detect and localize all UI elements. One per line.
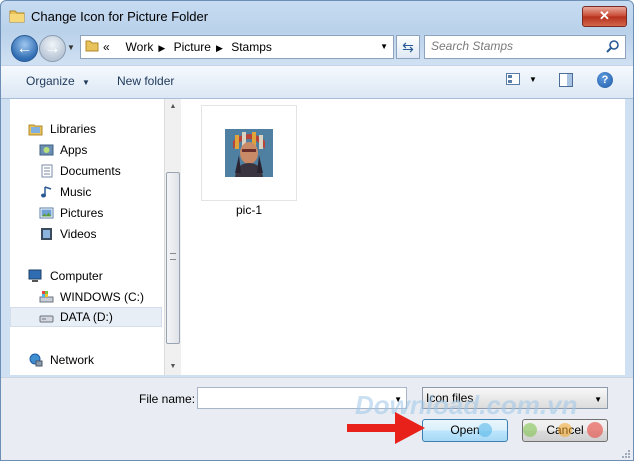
sidebar-item-label: Apps <box>60 143 88 157</box>
sidebar-item-label: Computer <box>50 269 103 283</box>
navigation-pane-scrollbar[interactable]: ▲ ▼ <box>164 99 181 375</box>
forward-arrow-icon: → <box>44 40 61 57</box>
sidebar-item-videos[interactable]: Videos <box>10 224 162 244</box>
file-name-label: pic-1 <box>235 203 262 217</box>
apps-icon <box>39 144 54 156</box>
sidebar-item-network[interactable]: Network <box>10 350 162 370</box>
breadcrumb-separator-icon[interactable]: ▶ <box>216 43 223 54</box>
sidebar-item-label: Pictures <box>60 206 104 220</box>
cancel-button[interactable]: Cancel <box>522 419 608 442</box>
sidebar-item-label: Libraries <box>50 122 97 136</box>
file-list: pic-1 <box>181 99 625 375</box>
breadcrumb-separator-icon <box>115 43 118 53</box>
sidebar-item-pictures[interactable]: Pictures <box>10 203 162 223</box>
refresh-icon: ⇆ <box>402 39 414 55</box>
search-input[interactable] <box>431 39 601 53</box>
recent-locations-dropdown-icon[interactable]: ▼ <box>67 43 75 52</box>
breadcrumb-stamps[interactable]: Stamps <box>231 40 272 54</box>
network-icon <box>29 353 43 367</box>
documents-icon <box>41 164 53 178</box>
breadcrumb-work[interactable]: Work <box>126 40 154 54</box>
pictures-icon <box>39 207 54 219</box>
breadcrumb-overflow[interactable]: « <box>103 40 110 54</box>
folder-icon <box>85 40 99 52</box>
sidebar-item-label: DATA (D:) <box>60 310 113 324</box>
sidebar-item-windows-c[interactable]: WINDOWS (C:) <box>10 287 162 307</box>
close-button[interactable]: ✕ <box>582 6 627 27</box>
search-box[interactable] <box>424 35 626 59</box>
file-name-label: File name: <box>139 392 196 406</box>
breadcrumb-picture[interactable]: Picture <box>174 40 211 54</box>
new-folder-button[interactable]: New folder <box>117 74 174 88</box>
breadcrumb: « Work ▶ Picture ▶ Stamps <box>103 40 272 54</box>
title-bar[interactable]: Change Icon for Picture Folder ✕ <box>1 1 633 31</box>
file-type-value: Icon files <box>426 391 474 405</box>
sidebar-item-documents[interactable]: Documents <box>10 161 162 181</box>
chevron-down-icon: ▼ <box>594 395 602 404</box>
breadcrumb-separator-icon[interactable]: ▶ <box>158 43 165 54</box>
scroll-up-icon[interactable]: ▲ <box>165 99 181 115</box>
sidebar-item-data-d[interactable]: DATA (D:) <box>10 307 162 327</box>
chevron-down-icon: ▼ <box>82 78 90 87</box>
libraries-icon <box>28 124 43 136</box>
music-icon <box>41 186 52 198</box>
sidebar-item-label: WINDOWS (C:) <box>60 290 144 304</box>
file-name-input[interactable] <box>201 391 387 405</box>
open-button[interactable]: Open <box>422 419 508 442</box>
help-button[interactable]: ? <box>597 72 613 88</box>
chevron-down-icon[interactable]: ▼ <box>394 395 402 404</box>
dialog-window: Change Icon for Picture Folder ✕ ← → ▼ «… <box>0 0 634 461</box>
navigation-bar: ← → ▼ « Work ▶ Picture ▶ Stamps ▼ ⇆ <box>1 33 633 63</box>
drive-d-icon <box>39 315 54 323</box>
folder-icon <box>9 10 25 23</box>
help-icon: ? <box>601 74 609 86</box>
sidebar-item-label: Music <box>60 185 92 199</box>
back-arrow-icon: ← <box>16 40 33 57</box>
file-name-combobox[interactable]: ▼ <box>197 387 407 409</box>
videos-icon <box>41 228 52 240</box>
forward-button[interactable]: → <box>39 35 66 62</box>
file-type-select[interactable]: Icon files ▼ <box>422 387 608 409</box>
window-title: Change Icon for Picture Folder <box>31 9 209 24</box>
address-bar[interactable]: « Work ▶ Picture ▶ Stamps ▼ <box>80 35 394 59</box>
sidebar-item-music[interactable]: Music <box>10 182 162 202</box>
organize-button[interactable]: Organize ▼ <box>26 74 90 88</box>
preview-pane-icon[interactable] <box>559 73 573 87</box>
sidebar-item-computer[interactable]: Computer <box>10 266 162 286</box>
refresh-button[interactable]: ⇆ <box>396 35 420 59</box>
scroll-down-icon[interactable]: ▼ <box>165 359 181 375</box>
sidebar-item-label: Network <box>50 353 95 367</box>
search-icon[interactable] <box>606 39 620 53</box>
organize-label: Organize <box>26 74 75 88</box>
drive-c-icon <box>39 291 54 303</box>
back-button[interactable]: ← <box>11 35 38 62</box>
sidebar-item-label: Videos <box>60 227 97 241</box>
file-thumbnail <box>201 105 297 201</box>
resize-grip-icon[interactable] <box>621 449 631 459</box>
file-item-pic-1[interactable]: pic-1 <box>201 105 297 217</box>
close-icon: ✕ <box>599 8 610 23</box>
portrait-image-icon <box>225 129 273 177</box>
computer-icon <box>28 269 42 282</box>
view-options-dropdown-icon[interactable]: ▼ <box>529 75 537 84</box>
grip-icon <box>170 253 176 260</box>
command-toolbar: Organize ▼ New folder ▼ ? <box>1 65 633 99</box>
address-dropdown-icon[interactable]: ▼ <box>380 42 388 51</box>
navigation-pane: Libraries Apps Documents Music Pictures … <box>10 99 179 375</box>
sidebar-item-apps[interactable]: Apps <box>10 140 162 160</box>
sidebar-item-libraries[interactable]: Libraries <box>10 119 162 139</box>
change-view-icon[interactable] <box>506 73 520 85</box>
dialog-footer: File name: ▼ Icon files ▼ Open Cancel <box>1 377 633 460</box>
scrollbar-thumb[interactable] <box>166 172 180 344</box>
red-arrow-annotation-icon <box>347 412 425 444</box>
sidebar-item-label: Documents <box>60 164 121 178</box>
